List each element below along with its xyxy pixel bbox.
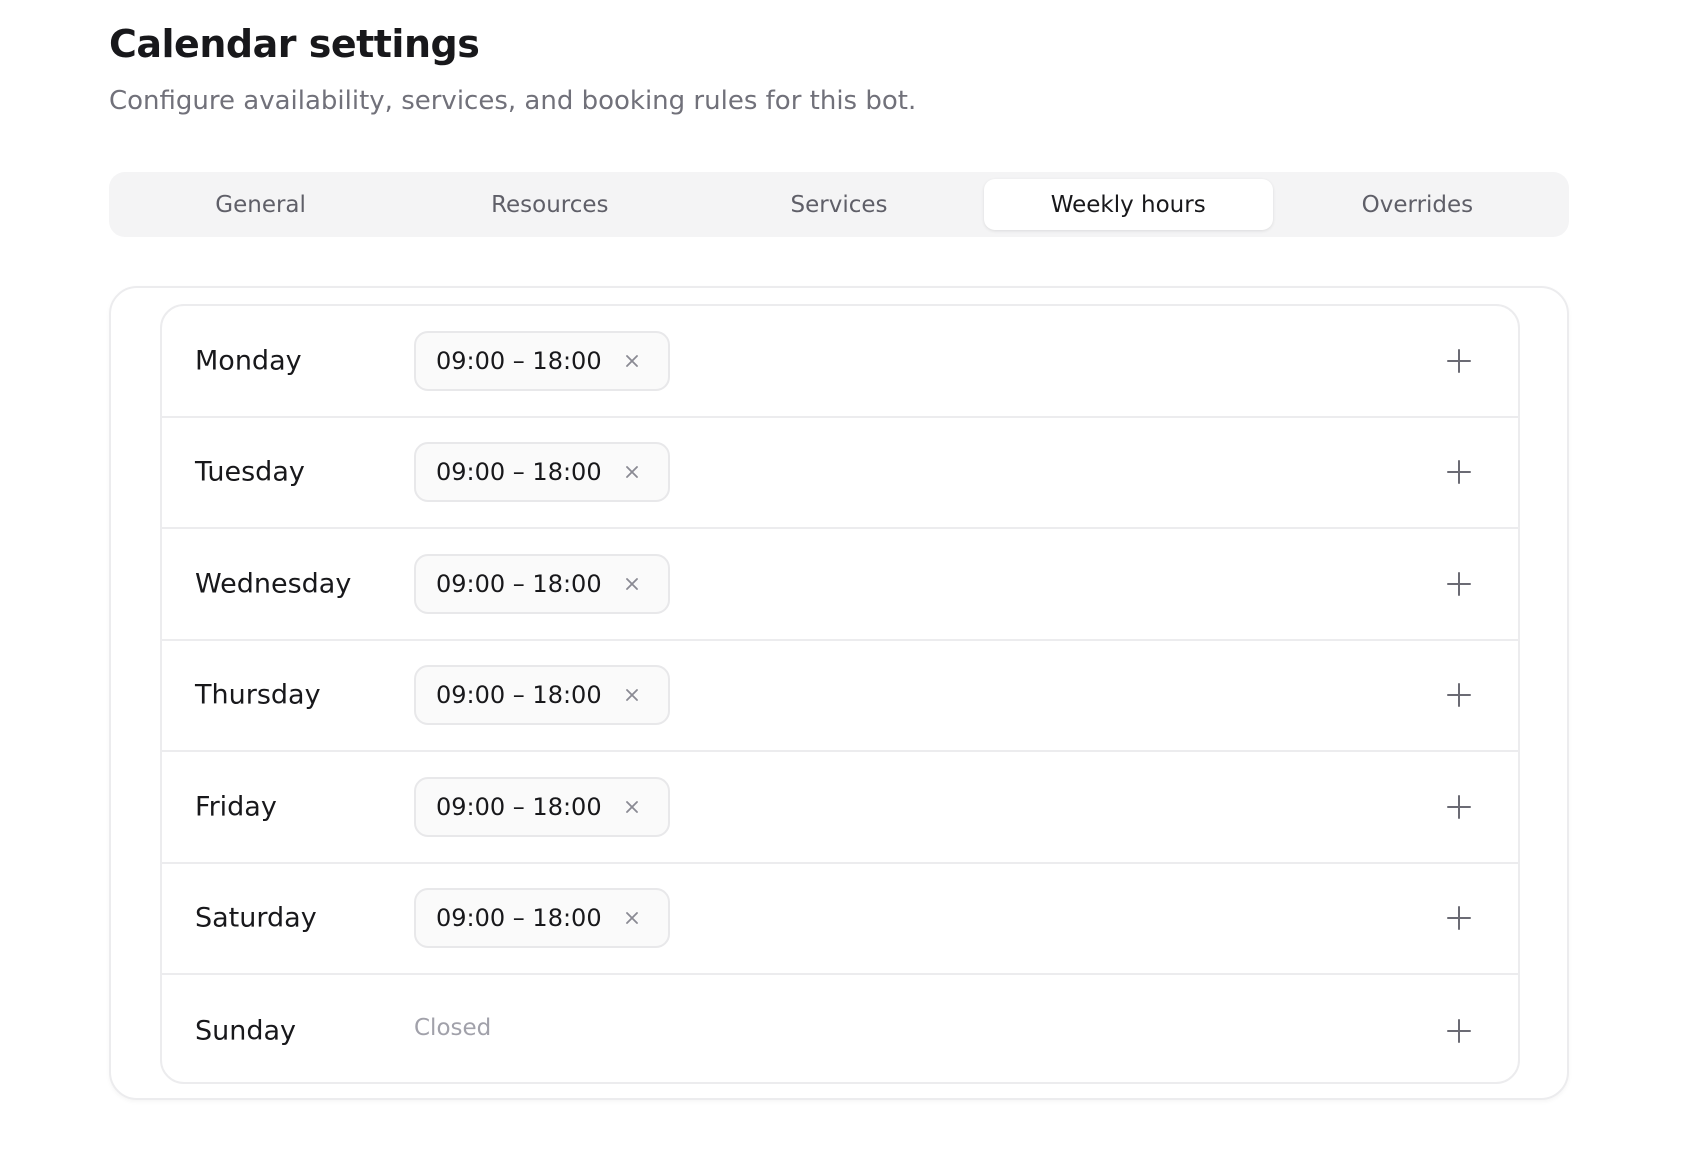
close-icon[interactable]	[622, 908, 642, 928]
time-slot-chip[interactable]: 09:00 – 18:00	[414, 553, 670, 614]
time-slot-text: 09:00 – 18:00	[436, 458, 602, 487]
time-slot-chip[interactable]: 09:00 – 18:00	[414, 665, 670, 726]
time-slot-text: 09:00 – 18:00	[436, 681, 602, 710]
day-name: Saturday	[195, 902, 317, 934]
plus-icon[interactable]	[1446, 459, 1472, 485]
tab-services[interactable]: Services	[694, 179, 983, 230]
day-name: Monday	[195, 345, 302, 377]
day-row-tuesday: Tuesday 09:00 – 18:00	[162, 418, 1518, 529]
time-slot-text: 09:00 – 18:00	[436, 792, 602, 821]
plus-icon[interactable]	[1446, 905, 1472, 931]
close-icon[interactable]	[622, 351, 642, 371]
plus-icon[interactable]	[1446, 794, 1472, 820]
tab-weekly-hours[interactable]: Weekly hours	[983, 179, 1273, 230]
weekly-hours-panel: Monday 09:00 – 18:00 Tuesday 09:00 – 18:…	[109, 286, 1569, 1100]
plus-icon[interactable]	[1446, 571, 1472, 597]
day-row-monday: Monday 09:00 – 18:00	[162, 306, 1518, 418]
weekly-hours-list: Monday 09:00 – 18:00 Tuesday 09:00 – 18:…	[160, 304, 1520, 1084]
page-subtitle: Configure availability, services, and bo…	[109, 86, 917, 116]
settings-tabs: General Resources Services Weekly hours …	[109, 172, 1569, 237]
page-title: Calendar settings	[109, 22, 480, 66]
day-row-saturday: Saturday 09:00 – 18:00	[162, 864, 1518, 975]
day-name: Sunday	[195, 1015, 297, 1047]
time-slot-chip[interactable]: 09:00 – 18:00	[414, 776, 670, 837]
plus-icon[interactable]	[1446, 682, 1472, 708]
close-icon[interactable]	[622, 574, 642, 594]
close-icon[interactable]	[622, 462, 642, 482]
time-slot-text: 09:00 – 18:00	[436, 569, 602, 598]
tab-resources[interactable]: Resources	[405, 179, 694, 230]
time-slot-chip[interactable]: 09:00 – 18:00	[414, 330, 670, 391]
closed-label: Closed	[414, 1014, 492, 1041]
time-slot-text: 09:00 – 18:00	[436, 346, 602, 375]
day-row-sunday: Sunday Closed	[162, 975, 1518, 1082]
day-row-wednesday: Wednesday 09:00 – 18:00	[162, 529, 1518, 641]
close-icon[interactable]	[622, 685, 642, 705]
time-slot-text: 09:00 – 18:00	[436, 904, 602, 933]
plus-icon[interactable]	[1446, 1018, 1472, 1044]
time-slot-chip[interactable]: 09:00 – 18:00	[414, 888, 670, 949]
tab-general[interactable]: General	[116, 179, 405, 230]
day-row-friday: Friday 09:00 – 18:00	[162, 752, 1518, 864]
close-icon[interactable]	[622, 797, 642, 817]
day-row-thursday: Thursday 09:00 – 18:00	[162, 641, 1518, 752]
tab-overrides[interactable]: Overrides	[1273, 179, 1562, 230]
day-name: Wednesday	[195, 568, 352, 600]
plus-icon[interactable]	[1446, 348, 1472, 374]
day-name: Tuesday	[195, 456, 305, 488]
time-slot-chip[interactable]: 09:00 – 18:00	[414, 442, 670, 503]
day-name: Thursday	[195, 679, 321, 711]
day-name: Friday	[195, 791, 277, 823]
